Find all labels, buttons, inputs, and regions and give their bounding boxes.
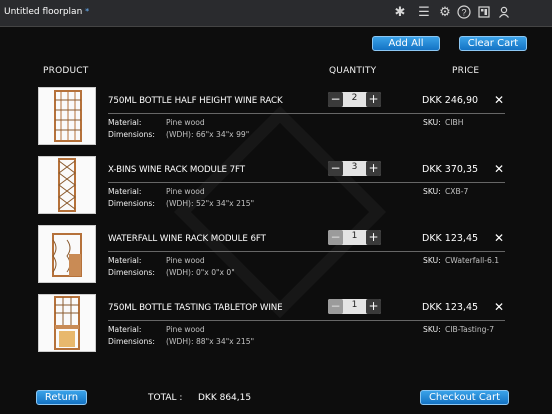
- remove-item-button[interactable]: ✕: [494, 300, 504, 314]
- svg-text:?: ?: [461, 8, 466, 18]
- cart-item: 750ML BOTTLE HALF HEIGHT WINE RACK − 2 +…: [38, 87, 508, 147]
- item-price: DKK 123,45: [422, 233, 479, 244]
- decrease-quantity-button[interactable]: −: [328, 299, 343, 314]
- clear-cart-button[interactable]: Clear Cart: [459, 36, 527, 51]
- material-value: Pine wood: [166, 325, 205, 334]
- product-thumbnail: [38, 225, 96, 283]
- sku-value: CXB-7: [445, 187, 469, 196]
- material-value: Pine wood: [166, 187, 205, 196]
- product-thumbnail: [38, 156, 96, 214]
- dimensions-value: (WDH): 52"x 34"x 215": [166, 199, 255, 208]
- material-value: Pine wood: [166, 256, 205, 265]
- decrease-quantity-button[interactable]: −: [328, 161, 343, 176]
- gear-icon[interactable]: ⚙: [437, 5, 453, 21]
- item-divider: [108, 182, 505, 183]
- help-icon[interactable]: ?: [456, 5, 472, 21]
- add-all-button[interactable]: Add All: [372, 36, 440, 51]
- unsaved-marker: *: [85, 7, 90, 16]
- product-column-header: PRODUCT: [43, 66, 89, 76]
- cart-item: WATERFALL WINE RACK MODULE 6FT − 1 + DKK…: [38, 225, 508, 285]
- quantity-stepper: − 3 +: [328, 161, 381, 176]
- item-price: DKK 123,45: [422, 302, 479, 313]
- sku-value: CIB-Tasting-7: [445, 325, 495, 334]
- app-toolbar: Untitled floorplan * ✱ ☰ ⚙ ?: [0, 0, 552, 27]
- decrease-quantity-button[interactable]: −: [328, 230, 343, 245]
- product-thumbnail: [38, 294, 96, 352]
- product-name: 750ML BOTTLE HALF HEIGHT WINE RACK: [108, 96, 283, 106]
- increase-quantity-button[interactable]: +: [366, 230, 381, 245]
- quantity-column-header: QUANTITY: [329, 66, 377, 76]
- item-divider: [108, 320, 505, 321]
- return-button[interactable]: Return: [36, 390, 87, 405]
- material-value: Pine wood: [166, 118, 205, 127]
- dimensions-label: Dimensions:: [108, 337, 155, 346]
- item-price: DKK 370,35: [422, 164, 479, 175]
- dimensions-value: (WDH): 0"x 0"x 0": [166, 268, 235, 277]
- item-divider: [108, 113, 505, 114]
- list-icon[interactable]: ☰: [416, 5, 432, 21]
- remove-item-button[interactable]: ✕: [494, 162, 504, 176]
- material-label: Material:: [108, 325, 142, 334]
- quantity-stepper: − 1 +: [328, 230, 381, 245]
- total-value: DKK 864,15: [198, 393, 252, 403]
- material-label: Material:: [108, 187, 142, 196]
- cart-panel: [0, 27, 552, 414]
- increase-quantity-button[interactable]: +: [366, 92, 381, 107]
- increase-quantity-button[interactable]: +: [366, 161, 381, 176]
- quantity-value: 2: [351, 93, 358, 103]
- material-label: Material:: [108, 118, 142, 127]
- product-name: WATERFALL WINE RACK MODULE 6FT: [108, 234, 266, 244]
- snowflake-icon[interactable]: ✱: [392, 5, 408, 21]
- dimensions-value: (WDH): 88"x 34"x 215": [166, 337, 255, 346]
- sku-value: CWaterfall-6.1: [445, 256, 500, 265]
- dimensions-value: (WDH): 66"x 34"x 99": [166, 130, 250, 139]
- price-column-header: PRICE: [452, 66, 480, 76]
- dimensions-label: Dimensions:: [108, 268, 155, 277]
- remove-item-button[interactable]: ✕: [494, 231, 504, 245]
- sku-value: CIBH: [445, 118, 464, 127]
- sku-label: SKU:: [423, 325, 441, 334]
- sku-label: SKU:: [423, 187, 441, 196]
- quantity-value: 3: [351, 162, 358, 172]
- catalog-icon[interactable]: [476, 5, 492, 21]
- increase-quantity-button[interactable]: +: [366, 299, 381, 314]
- material-label: Material:: [108, 256, 142, 265]
- sku-label: SKU:: [423, 256, 441, 265]
- quantity-value: 1: [351, 231, 358, 241]
- document-title[interactable]: Untitled floorplan *: [4, 7, 89, 17]
- dimensions-label: Dimensions:: [108, 130, 155, 139]
- dimensions-label: Dimensions:: [108, 199, 155, 208]
- total-label: TOTAL :: [148, 393, 183, 403]
- decrease-quantity-button[interactable]: −: [328, 92, 343, 107]
- item-price: DKK 246,90: [422, 95, 479, 106]
- cart-item: X-BINS WINE RACK MODULE 7FT − 3 + DKK 37…: [38, 156, 508, 216]
- user-icon[interactable]: [496, 5, 512, 21]
- checkout-cart-button[interactable]: Checkout Cart: [420, 390, 509, 405]
- product-name: 750ML BOTTLE TASTING TABLETOP WINE: [108, 303, 283, 313]
- product-name: X-BINS WINE RACK MODULE 7FT: [108, 165, 245, 175]
- item-divider: [108, 251, 505, 252]
- cart-item: 750ML BOTTLE TASTING TABLETOP WINE − 1 +…: [38, 294, 508, 354]
- product-thumbnail: [38, 87, 96, 145]
- quantity-value: 1: [351, 300, 358, 310]
- quantity-stepper: − 1 +: [328, 299, 381, 314]
- title-text: Untitled floorplan: [4, 7, 83, 17]
- quantity-stepper: − 2 +: [328, 92, 381, 107]
- remove-item-button[interactable]: ✕: [494, 93, 504, 107]
- sku-label: SKU:: [423, 118, 441, 127]
